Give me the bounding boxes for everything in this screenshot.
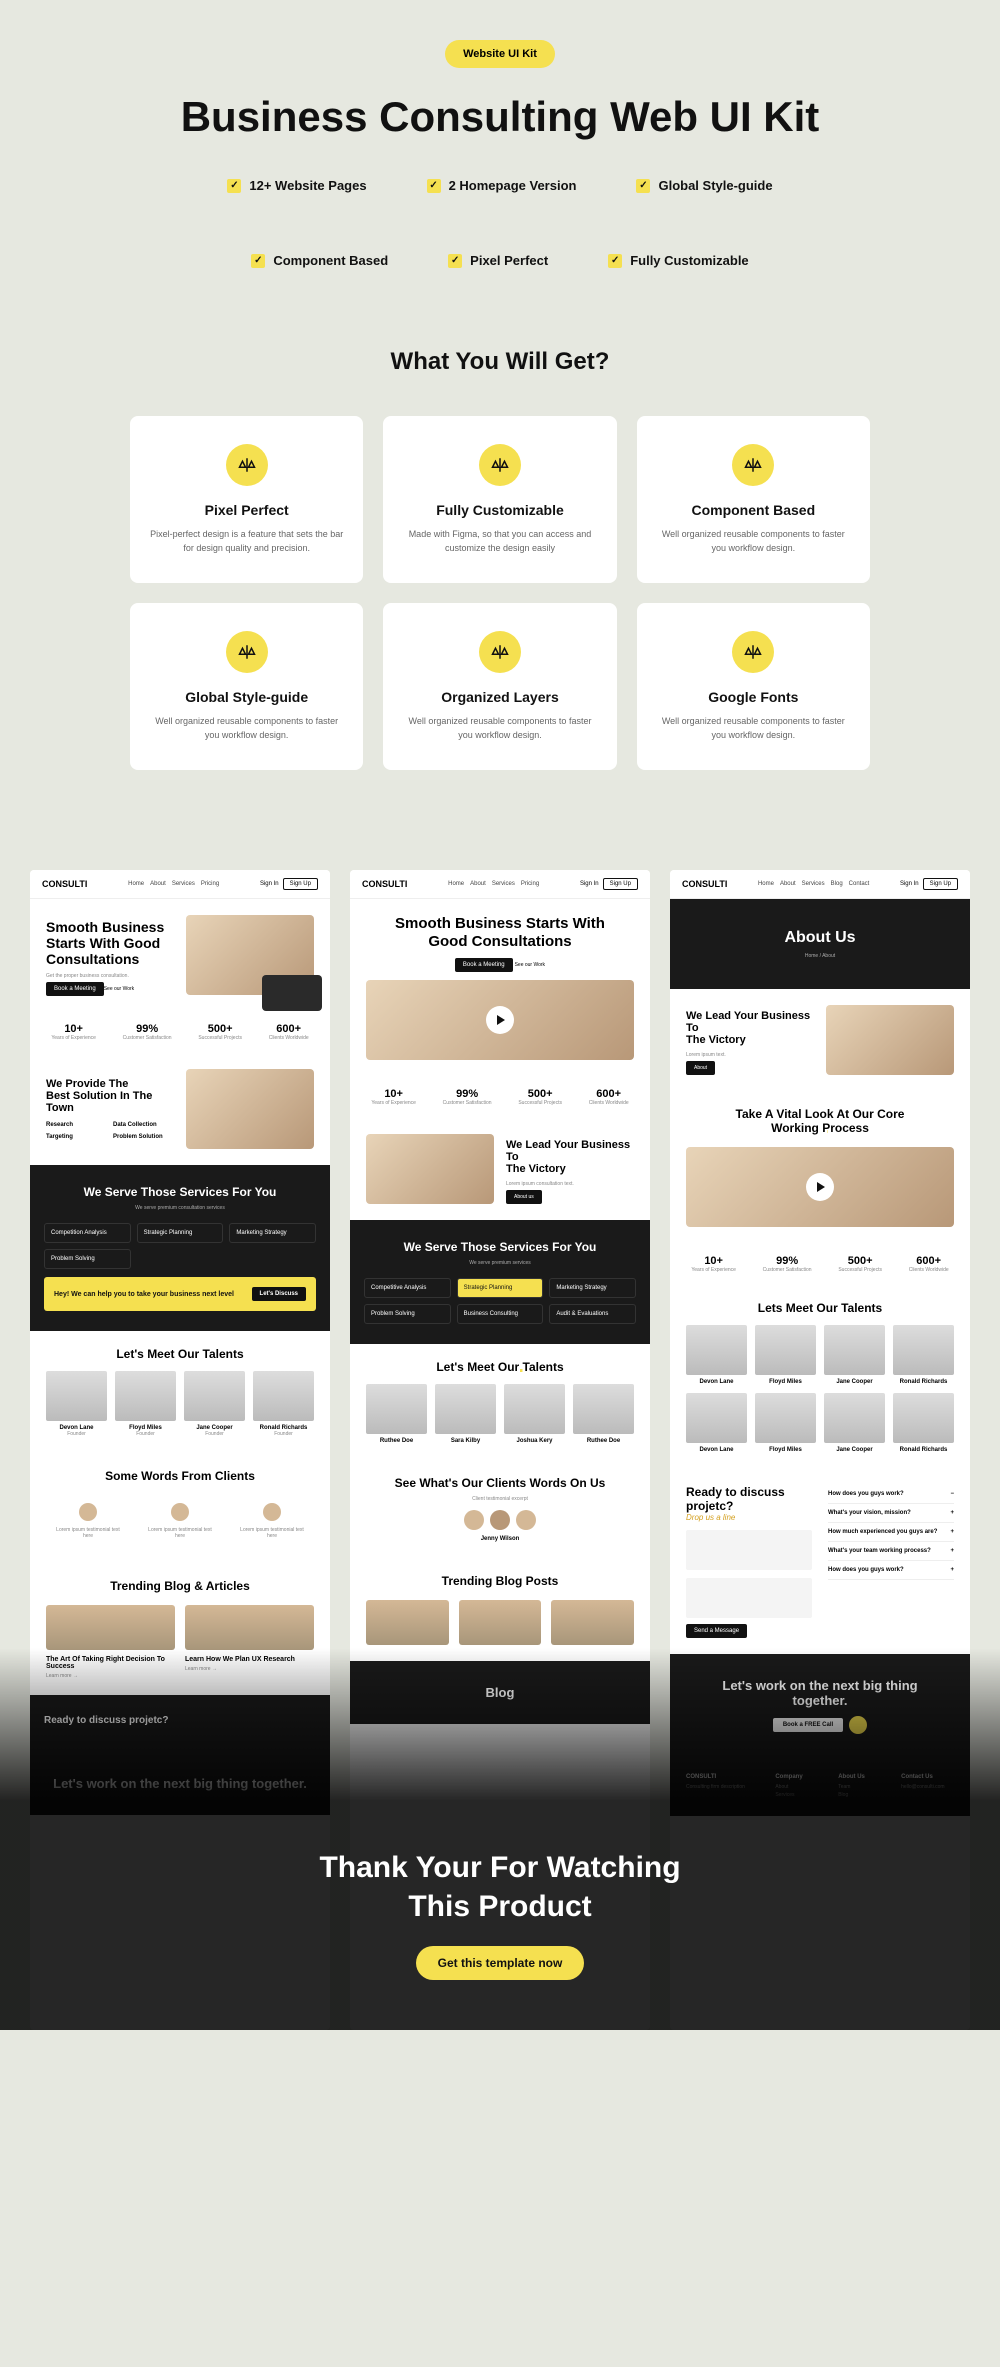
secondary-link[interactable]: See our Work — [104, 986, 134, 992]
scale-icon — [732, 631, 774, 673]
scale-icon — [732, 444, 774, 486]
card-title: Google Fonts — [657, 689, 850, 705]
services-title: We Serve Those Services For You — [44, 1185, 316, 1199]
benefit-card: Global Style-guide Well organized reusab… — [130, 603, 363, 770]
signin-link[interactable]: Sign In — [260, 881, 279, 887]
send-button[interactable]: Send a Message — [686, 1624, 747, 1638]
nav-links: HomeAboutServicesPricing — [128, 881, 219, 887]
card-title: Component Based — [657, 502, 850, 518]
feature-item: ✓Component Based — [251, 253, 388, 268]
benefit-card: Fully Customizable Made with Figma, so t… — [383, 416, 616, 583]
card-title: Global Style-guide — [150, 689, 343, 705]
discuss-button[interactable]: Let's Discuss — [252, 1287, 306, 1301]
feature-item: ✓Fully Customizable — [608, 253, 748, 268]
cta-button[interactable]: Book a Meeting — [46, 982, 104, 996]
card-desc: Well organized reusable components to fa… — [403, 715, 596, 742]
signup-button[interactable]: Sign Up — [283, 878, 318, 890]
category-badge: Website UI Kit — [445, 40, 555, 68]
card-desc: Made with Figma, so that you can access … — [403, 528, 596, 555]
scale-icon — [226, 444, 268, 486]
preview-nav: CONSULTI HomeAboutServicesPricing Sign I… — [30, 870, 330, 899]
brand-logo: CONSULTI — [42, 879, 87, 889]
card-title: Organized Layers — [403, 689, 596, 705]
feature-item: ✓12+ Website Pages — [227, 178, 366, 193]
check-icon: ✓ — [448, 254, 462, 268]
benefit-card: Google Fonts Well organized reusable com… — [637, 603, 870, 770]
scale-icon — [479, 631, 521, 673]
contact-form[interactable] — [686, 1530, 812, 1570]
card-desc: Pixel-perfect design is a feature that s… — [150, 528, 343, 555]
hero-section: Website UI Kit Business Consulting Web U… — [0, 0, 1000, 328]
benefit-card: Organized Layers Well organized reusable… — [383, 603, 616, 770]
get-template-button[interactable]: Get this template now — [416, 1946, 585, 1980]
breadcrumb: Home / About — [686, 953, 954, 959]
preview-nav: CONSULTI HomeAboutServicesPricing Sign I… — [350, 870, 650, 899]
check-icon: ✓ — [251, 254, 265, 268]
footer-cta: Thank Your For WatchingThis Product Get … — [0, 1648, 1000, 2030]
contact-form[interactable] — [686, 1578, 812, 1618]
play-icon[interactable] — [486, 1006, 514, 1034]
about-hero: About Us Home / About — [670, 899, 970, 989]
feature-item: ✓Pixel Perfect — [448, 253, 548, 268]
card-desc: Well organized reusable components to fa… — [657, 715, 850, 742]
page-title: Business Consulting Web UI Kit — [20, 92, 980, 142]
card-title: Fully Customizable — [403, 502, 596, 518]
play-icon[interactable] — [806, 1173, 834, 1201]
check-icon: ✓ — [227, 179, 241, 193]
check-icon: ✓ — [636, 179, 650, 193]
benefit-cards: Pixel Perfect Pixel-perfect design is a … — [110, 416, 890, 770]
section-heading: What You Will Get? — [0, 348, 1000, 376]
stats-row: 10+Years of Experience 99%Customer Satis… — [30, 1011, 330, 1053]
feature-list: ✓12+ Website Pages ✓2 Homepage Version ✓… — [180, 178, 820, 268]
check-icon: ✓ — [427, 179, 441, 193]
card-desc: Well organized reusable components to fa… — [150, 715, 343, 742]
feature-item: ✓Global Style-guide — [636, 178, 772, 193]
template-previews: CONSULTI HomeAboutServicesPricing Sign I… — [0, 830, 1000, 2030]
check-icon: ✓ — [608, 254, 622, 268]
feature-item: ✓2 Homepage Version — [427, 178, 577, 193]
benefit-card: Component Based Well organized reusable … — [637, 416, 870, 583]
preview-nav: CONSULTI HomeAboutServicesBlogContact Si… — [670, 870, 970, 899]
benefit-card: Pixel Perfect Pixel-perfect design is a … — [130, 416, 363, 583]
scale-icon — [479, 444, 521, 486]
card-title: Pixel Perfect — [150, 502, 343, 518]
faq-list: How does you guys work?− What's your vis… — [828, 1485, 954, 1638]
card-desc: Well organized reusable components to fa… — [657, 528, 850, 555]
scale-icon — [226, 631, 268, 673]
